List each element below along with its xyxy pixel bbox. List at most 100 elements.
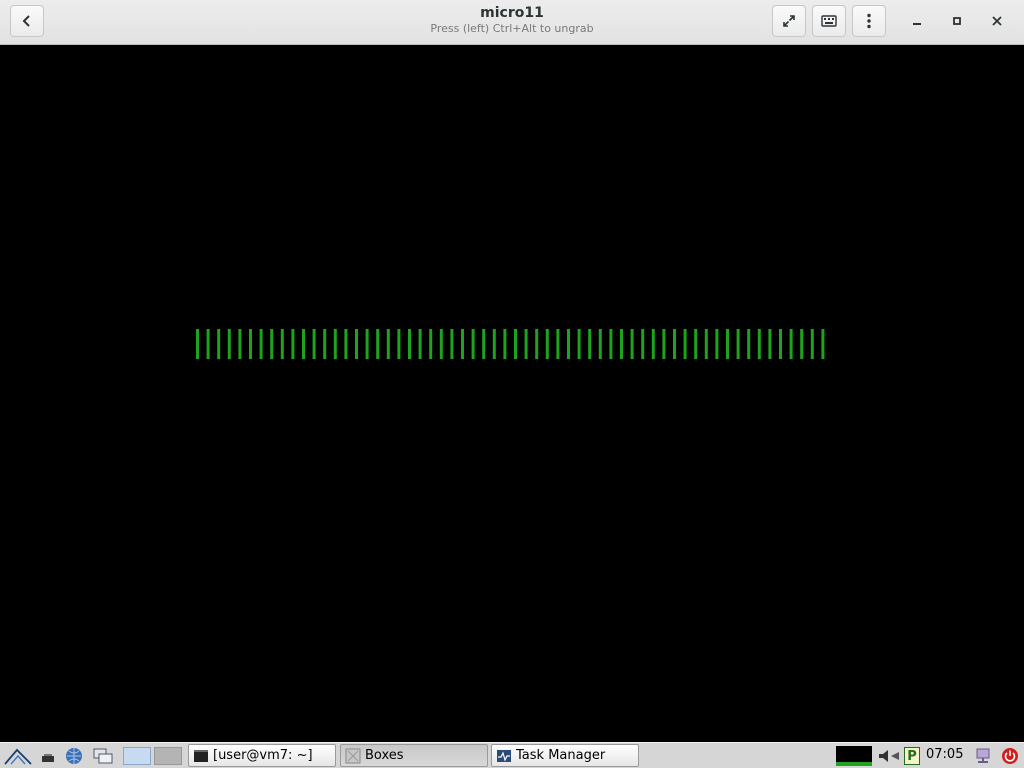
progress-bar-segment (259, 329, 263, 359)
start-menu-icon (4, 748, 32, 765)
back-icon (22, 15, 30, 27)
progress-bar-segment (567, 329, 570, 359)
fullscreen-icon (783, 15, 795, 27)
progress-bar-segment (556, 329, 560, 359)
taskbar: [user@vm7: ~] Boxes Task Manager P 07:05 (0, 742, 1024, 768)
desktop-icon (42, 754, 54, 762)
task-manager-icon (497, 749, 511, 762)
progress-bar-segment (747, 329, 751, 359)
menu-dots-icon (867, 13, 871, 29)
progress-bar-segment (429, 329, 433, 359)
progress-bar-segment (312, 329, 316, 359)
progress-bar-segment (810, 329, 814, 359)
maximize-icon (953, 17, 961, 25)
start-menu-button[interactable] (2, 745, 34, 767)
progress-bar-segment (768, 329, 772, 359)
tray-p-label: P (907, 748, 917, 764)
progress-bar-segment (408, 329, 411, 359)
progress-bar-segment (227, 329, 231, 359)
keyboard-layout-indicator[interactable]: P (903, 745, 921, 767)
progress-bar-segment (291, 329, 295, 359)
header-bar: micro11 Press (left) Ctrl+Alt to ungrab (0, 0, 1024, 45)
progress-bar-segment (620, 329, 623, 359)
menu-button[interactable] (852, 5, 886, 37)
progress-bar-segment (270, 329, 274, 359)
title-area: micro11 Press (left) Ctrl+Alt to ungrab (300, 4, 724, 36)
workspace-1-preview (123, 747, 151, 765)
workspace-2-preview (154, 747, 182, 765)
fullscreen-button[interactable] (772, 5, 806, 37)
window-title: micro11 (480, 5, 544, 21)
progress-bar-segment (683, 329, 687, 359)
progress-bar-segment (641, 329, 645, 359)
progress-bar-segment (609, 329, 613, 359)
progress-bar-segment (471, 329, 475, 359)
terminal-icon (194, 749, 208, 762)
network-button[interactable] (972, 745, 994, 767)
progress-bar-segment (651, 329, 655, 359)
close-icon (992, 16, 1002, 26)
window-subtitle: Press (left) Ctrl+Alt to ungrab (430, 22, 594, 35)
progress-bar-segment (524, 329, 528, 359)
file-manager-launcher[interactable] (90, 745, 116, 767)
back-button[interactable] (10, 5, 44, 37)
progress-bar-segment (704, 329, 708, 359)
task-task-manager[interactable]: Task Manager (491, 744, 639, 767)
minimize-icon (913, 23, 921, 25)
workspace-2[interactable] (153, 745, 183, 767)
progress-bar-segment (461, 329, 464, 359)
progress-bar-segment (736, 329, 740, 359)
progress-bar-segment (217, 329, 221, 359)
progress-bar-segment (418, 329, 422, 359)
network-icon (976, 748, 990, 763)
progress-bar-segment (800, 329, 804, 359)
vm-display[interactable] (0, 45, 1024, 742)
progress-bar-segment (577, 329, 581, 359)
progress-bar-segment (673, 329, 676, 359)
progress-bar-segment (821, 329, 825, 359)
boxes-icon (345, 748, 361, 763)
clock[interactable]: 07:05 (926, 747, 963, 762)
boot-progress-bars (196, 329, 825, 359)
volume-button[interactable] (875, 745, 903, 767)
progress-bar-segment (662, 329, 666, 359)
show-desktop-button[interactable] (38, 745, 60, 767)
progress-bar-segment (280, 329, 284, 359)
minimize-button[interactable] (904, 8, 930, 34)
keyboard-icon (821, 15, 837, 27)
task-boxes-label: Boxes (365, 748, 404, 763)
progress-bar-segment (492, 329, 496, 359)
task-boxes[interactable]: Boxes (340, 744, 488, 767)
progress-bar-segment (726, 329, 729, 359)
progress-bar-segment (503, 329, 507, 359)
progress-bar-segment (376, 329, 380, 359)
progress-bar-segment (249, 329, 252, 359)
progress-bar-segment (365, 329, 369, 359)
globe-icon (66, 748, 82, 764)
progress-bar-segment (238, 329, 242, 359)
progress-bar-segment (439, 329, 443, 359)
progress-bar-segment (694, 329, 698, 359)
progress-bar-segment (535, 329, 539, 359)
keyboard-button[interactable] (812, 5, 846, 37)
task-terminal-label: [user@vm7: ~] (213, 748, 313, 763)
cpu-graph (836, 746, 872, 766)
power-button[interactable] (998, 745, 1022, 767)
task-task-manager-label: Task Manager (516, 748, 606, 763)
tray-p-badge: P (904, 747, 920, 765)
maximize-button[interactable] (944, 8, 970, 34)
progress-bar-segment (482, 329, 486, 359)
task-terminal[interactable]: [user@vm7: ~] (188, 744, 336, 767)
browser-launcher[interactable] (62, 745, 86, 767)
workspace-1[interactable] (122, 745, 152, 767)
close-button[interactable] (984, 8, 1010, 34)
progress-bar-segment (333, 329, 337, 359)
progress-bar-segment (757, 329, 761, 359)
progress-bar-segment (715, 329, 719, 359)
progress-bar-segment (206, 329, 210, 359)
progress-bar-segment (630, 329, 634, 359)
progress-bar-segment (355, 329, 358, 359)
progress-bar-segment (598, 329, 602, 359)
progress-bar-segment (196, 329, 199, 359)
progress-bar-segment (323, 329, 327, 359)
